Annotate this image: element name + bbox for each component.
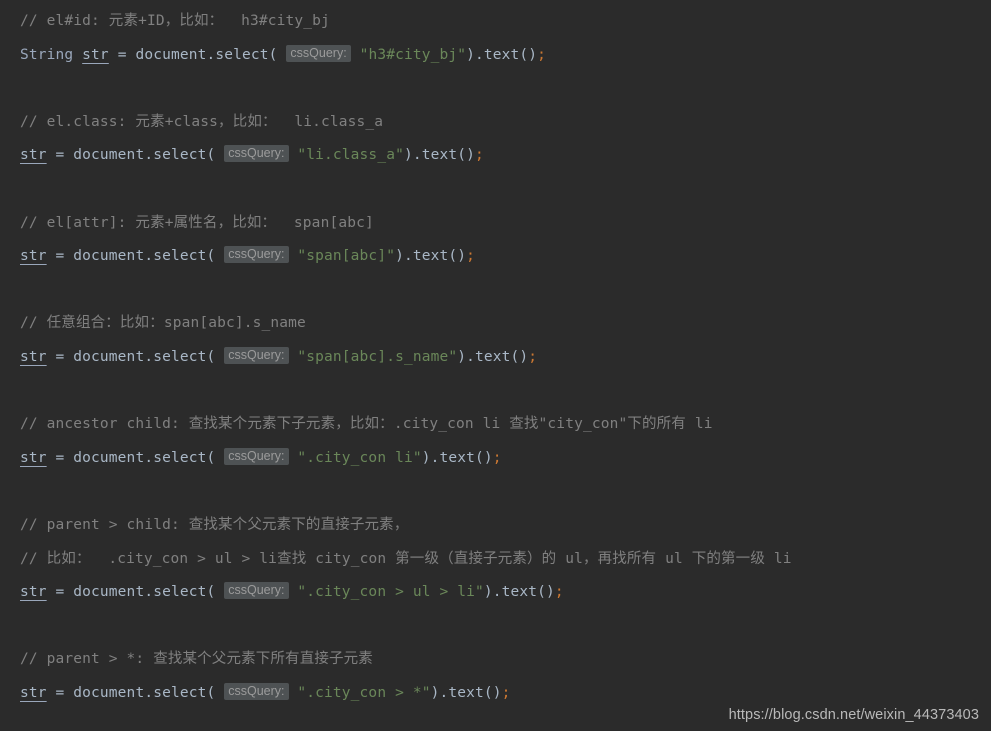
method-call-prefix: = document.select( xyxy=(46,248,225,265)
method-call-prefix: = document.select( xyxy=(46,348,225,365)
string-literal: "li.class_a" xyxy=(288,147,404,164)
code-line-statement[interactable]: String str = document.select( cssQuery: … xyxy=(0,39,991,73)
parameter-hint-chip[interactable]: cssQuery: xyxy=(224,682,289,700)
comment-text: // el.class: 元素+class，比如： li.class_a xyxy=(20,113,384,130)
parameter-hint-chip[interactable]: cssQuery: xyxy=(224,346,289,364)
method-call-suffix: ).text() xyxy=(466,46,538,63)
statement-terminator: ; xyxy=(466,248,476,265)
code-line-comment[interactable]: // parent > child: 查找某个父元素下的直接子元素， xyxy=(0,509,991,543)
code-line-blank[interactable] xyxy=(0,610,991,644)
method-call-suffix: ).text() xyxy=(457,348,529,365)
method-call-suffix: ).text() xyxy=(483,584,555,601)
code-line-comment[interactable]: // 任意组合：比如：span[abc].s_name xyxy=(0,307,991,341)
code-line-statement[interactable]: str = document.select( cssQuery: "span[a… xyxy=(0,341,991,375)
code-line-statement[interactable]: str = document.select( cssQuery: "li.cla… xyxy=(0,139,991,173)
statement-terminator: ; xyxy=(528,348,538,365)
comment-text: // parent > *: 查找某个父元素下所有直接子元素 xyxy=(20,651,373,668)
string-literal: ".city_con li" xyxy=(288,449,422,466)
code-line-statement[interactable]: str = document.select( cssQuery: "span[a… xyxy=(0,240,991,274)
method-call-prefix: = document.select( xyxy=(108,46,287,63)
code-line-blank[interactable] xyxy=(0,475,991,509)
parameter-hint-chip[interactable]: cssQuery: xyxy=(224,246,289,264)
method-call-prefix: = document.select( xyxy=(46,449,225,466)
comment-text: // el[attr]: 元素+属性名，比如： span[abc] xyxy=(20,214,374,231)
code-line-comment[interactable]: // ancestor child: 查找某个元素下子元素，比如：.city_c… xyxy=(0,408,991,442)
method-call-suffix: ).text() xyxy=(421,449,493,466)
string-literal: ".city_con > ul > li" xyxy=(288,584,484,601)
code-line-comment[interactable]: // 比如： .city_con > ul > li查找 city_con 第一… xyxy=(0,543,991,577)
parameter-hint-chip[interactable]: cssQuery: xyxy=(224,582,289,600)
watermark-url: https://blog.csdn.net/weixin_44373403 xyxy=(728,707,979,723)
code-line-blank[interactable] xyxy=(0,274,991,308)
variable-name: str xyxy=(20,449,47,466)
code-lines-container: // el#id: 元素+ID，比如： h3#city_bj String str… xyxy=(0,5,991,710)
code-line-statement[interactable]: str = document.select( cssQuery: ".city_… xyxy=(0,677,991,711)
variable-name: str xyxy=(20,684,47,701)
statement-terminator: ; xyxy=(475,147,484,164)
comment-text: // ancestor child: 查找某个元素下子元素，比如：.city_c… xyxy=(20,416,713,433)
method-call-prefix: = document.select( xyxy=(46,147,225,164)
type-keyword: String xyxy=(20,46,83,63)
code-line-comment[interactable]: // parent > *: 查找某个父元素下所有直接子元素 xyxy=(0,643,991,677)
string-literal: "span[abc]" xyxy=(288,248,396,265)
code-line-comment[interactable]: // el.class: 元素+class，比如： li.class_a xyxy=(0,106,991,140)
variable-name: str xyxy=(20,248,47,265)
code-line-blank[interactable] xyxy=(0,72,991,106)
parameter-hint-chip[interactable]: cssQuery: xyxy=(224,145,289,163)
code-line-statement[interactable]: str = document.select( cssQuery: ".city_… xyxy=(0,442,991,476)
comment-text: // el#id: 元素+ID，比如： h3#city_bj xyxy=(20,13,330,29)
method-call-suffix: ).text() xyxy=(395,248,467,265)
method-call-prefix: = document.select( xyxy=(46,684,225,701)
parameter-hint-chip[interactable]: cssQuery: xyxy=(224,447,289,465)
variable-name: str xyxy=(20,584,47,601)
code-line-comment[interactable]: // el[attr]: 元素+属性名，比如： span[abc] xyxy=(0,207,991,241)
variable-name: str xyxy=(20,147,47,164)
string-literal: ".city_con > *" xyxy=(288,684,431,701)
parameter-hint-chip[interactable]: cssQuery: xyxy=(286,44,351,62)
code-line-statement[interactable]: str = document.select( cssQuery: ".city_… xyxy=(0,576,991,610)
code-editor[interactable]: // el#id: 元素+ID，比如： h3#city_bj String str… xyxy=(0,0,991,731)
string-literal: "h3#city_bj" xyxy=(350,46,467,63)
method-call-suffix: ).text() xyxy=(403,147,475,164)
method-call-prefix: = document.select( xyxy=(46,584,225,601)
statement-terminator: ; xyxy=(492,449,502,466)
statement-terminator: ; xyxy=(537,46,547,63)
method-call-suffix: ).text() xyxy=(430,684,502,701)
comment-text: // 比如： .city_con > ul > li查找 city_con 第一… xyxy=(20,550,792,567)
code-line-comment[interactable]: // el#id: 元素+ID，比如： h3#city_bj xyxy=(0,5,991,39)
code-line-blank[interactable] xyxy=(0,173,991,207)
statement-terminator: ; xyxy=(554,584,564,601)
comment-text: // 任意组合：比如：span[abc].s_name xyxy=(20,315,306,332)
string-literal: "span[abc].s_name" xyxy=(288,348,458,365)
comment-text: // parent > child: 查找某个父元素下的直接子元素， xyxy=(20,516,409,533)
variable-name: str xyxy=(82,46,109,63)
statement-terminator: ; xyxy=(501,684,511,701)
variable-name: str xyxy=(20,348,47,365)
code-line-blank[interactable] xyxy=(0,375,991,409)
